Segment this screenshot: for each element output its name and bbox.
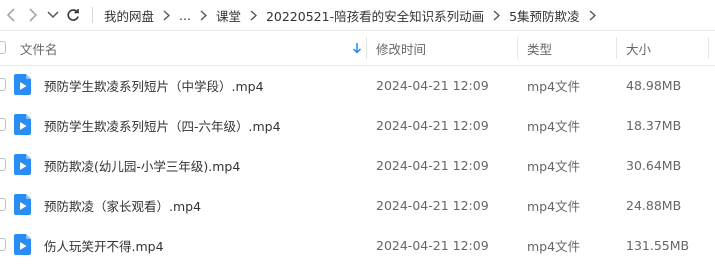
- file-name[interactable]: 预防欺凌(幼儿园-小学三年级).mp4: [44, 145, 240, 185]
- select-all-checkbox[interactable]: [0, 41, 6, 54]
- modified-time: 2024-04-21 12:09: [376, 197, 489, 213]
- modified-time: 2024-04-21 12:09: [376, 237, 489, 253]
- file-type: mp4文件: [527, 118, 581, 134]
- row-checkbox[interactable]: [0, 238, 6, 251]
- file-type: mp4文件: [527, 78, 581, 94]
- column-divider[interactable]: [616, 37, 617, 59]
- sort-arrow-icon[interactable]: [352, 31, 362, 65]
- column-header-type[interactable]: 类型: [527, 31, 552, 65]
- video-file-icon: [14, 154, 31, 175]
- modified-time: 2024-04-21 12:09: [376, 117, 489, 133]
- breadcrumb-item-ellipsis[interactable]: ...: [179, 8, 191, 23]
- breadcrumb-item-series[interactable]: 20220521-陪孩看的安全知识系列动画: [266, 6, 484, 25]
- table-row[interactable]: 预防学生欺凌系列短片（中学段）.mp4 2024-04-21 12:09 mp4…: [0, 65, 715, 105]
- file-size: 48.98MB: [626, 77, 682, 93]
- row-checkbox[interactable]: [0, 198, 6, 211]
- table-row[interactable]: 预防学生欺凌系列短片（四-六年级）.mp4 2024-04-21 12:09 m…: [0, 105, 715, 145]
- chevron-right-icon: [493, 9, 501, 21]
- video-file-icon: [14, 194, 31, 215]
- column-divider[interactable]: [366, 37, 367, 59]
- chevron-right-icon: [163, 9, 171, 21]
- file-size: 18.37MB: [626, 117, 682, 133]
- file-type: mp4文件: [527, 198, 581, 214]
- breadcrumb-item-classroom[interactable]: 课堂: [216, 6, 241, 25]
- column-header-modified[interactable]: 修改时间: [376, 31, 426, 65]
- table-row[interactable]: 预防欺凌(幼儿园-小学三年级).mp4 2024-04-21 12:09 mp4…: [0, 145, 715, 185]
- back-icon[interactable]: [2, 6, 20, 24]
- file-size: 24.88MB: [626, 197, 682, 213]
- file-name[interactable]: 伤人玩笑开不得.mp4: [44, 225, 164, 265]
- file-type: mp4文件: [527, 238, 581, 254]
- row-checkbox[interactable]: [0, 78, 6, 91]
- row-checkbox[interactable]: [0, 158, 6, 171]
- breadcrumb: 我的网盘 ... 课堂 20220521-陪孩看的安全知识系列动画 5集预防欺凌: [104, 0, 605, 30]
- forward-icon[interactable]: [24, 6, 42, 24]
- column-divider[interactable]: [708, 37, 709, 59]
- file-type: mp4文件: [527, 158, 581, 174]
- chevron-right-icon: [250, 9, 257, 21]
- video-file-icon: [14, 234, 31, 255]
- file-name[interactable]: 预防欺凌（家长观看）.mp4: [44, 185, 201, 225]
- table-header: 文件名 修改时间 类型 大小: [0, 31, 715, 66]
- chevron-right-icon: [589, 9, 596, 21]
- navigation-bar: 我的网盘 ... 课堂 20220521-陪孩看的安全知识系列动画 5集预防欺凌: [0, 0, 715, 31]
- video-file-icon: [14, 74, 31, 95]
- file-manager-window: 我的网盘 ... 课堂 20220521-陪孩看的安全知识系列动画 5集预防欺凌: [0, 0, 715, 267]
- column-divider[interactable]: [517, 37, 518, 59]
- table-row[interactable]: 伤人玩笑开不得.mp4 2024-04-21 12:09 mp4文件 131.5…: [0, 225, 715, 265]
- column-header-size[interactable]: 大小: [626, 31, 651, 65]
- video-file-icon: [14, 114, 31, 135]
- nav-divider: [92, 7, 93, 23]
- modified-time: 2024-04-21 12:09: [376, 157, 489, 173]
- refresh-icon[interactable]: [64, 6, 82, 24]
- file-size: 131.55MB: [626, 237, 690, 253]
- chevron-down-icon[interactable]: [44, 6, 62, 24]
- file-name[interactable]: 预防学生欺凌系列短片（中学段）.mp4: [44, 65, 264, 105]
- row-checkbox[interactable]: [0, 118, 6, 131]
- table-row[interactable]: 预防欺凌（家长观看）.mp4 2024-04-21 12:09 mp4文件 24…: [0, 185, 715, 225]
- breadcrumb-item-home[interactable]: 我的网盘: [104, 6, 154, 25]
- file-name[interactable]: 预防学生欺凌系列短片（四-六年级）.mp4: [44, 105, 281, 145]
- modified-time: 2024-04-21 12:09: [376, 77, 489, 93]
- file-size: 30.64MB: [626, 157, 682, 173]
- breadcrumb-item-current[interactable]: 5集预防欺凌: [509, 6, 579, 25]
- column-header-name[interactable]: 文件名: [20, 31, 58, 65]
- chevron-right-icon: [200, 9, 207, 21]
